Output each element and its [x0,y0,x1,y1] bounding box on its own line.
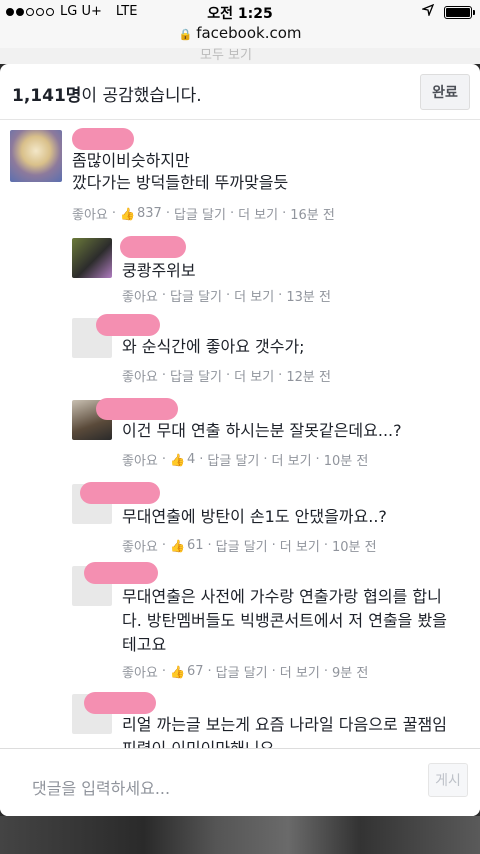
background-photo-strip [0,816,480,854]
author-name-redacted[interactable] [84,562,158,584]
comment-text-line: 쿵쾅주위보 [122,261,196,280]
comment-text-line: 무대연출은 사전에 가수랑 연출가랑 협의를 합니 [122,587,442,606]
like-count-value: 67 [186,664,204,679]
url-domain: facebook.com [196,24,302,42]
reply-link[interactable]: 답글 달기 [174,204,226,223]
comment-item: 이건 무대 연출 하시는분 잘못같은데요...? 좋아요 · 👍 4 · 답글 달기 ·… [0,392,480,472]
comment-meta: 좋아요 · 👍 61 · 답글 달기 · 더 보기 · 10분 전 [122,536,377,555]
reactions-modal: 1,141명이 공감했습니다. 완료 좀많이비슷하지만 깠다가는 방덕들한테 뚜… [0,64,480,816]
background-page-peek: 모두 보기 [0,48,480,64]
thumbs-up-icon: 👍 [170,538,185,553]
comment-text-line: 무대연출에 방탄이 손1도 안댔을까요..? [122,507,387,526]
author-name-redacted[interactable] [84,692,156,714]
author-name-redacted[interactable] [96,314,160,336]
comment-item: 쿵쾅주위보 좋아요 · 답글 달기 · 더 보기 · 13분 전 [0,230,480,308]
author-name-redacted[interactable] [72,128,134,150]
author-name-redacted[interactable] [120,236,186,258]
reactions-title: 1,141명이 공감했습니다. [12,81,202,106]
more-link[interactable]: 더 보기 [238,204,278,223]
comment-item: 무대연출에 방탄이 손1도 안댔을까요..? 좋아요 · 👍 61 · 답글 달기 · … [0,476,480,556]
location-arrow-icon [420,3,435,20]
author-name-redacted[interactable] [96,398,178,420]
reactions-suffix: 이 공감했습니다. [81,86,202,106]
avatar[interactable] [10,130,62,182]
comment-time: 16분 전 [290,208,335,223]
thumbs-up-icon: 👍 [170,452,185,467]
reply-link[interactable]: 답글 달기 [170,366,222,385]
like-link[interactable]: 좋아요 [122,366,158,385]
reactions-count: 1,141명 [12,86,82,106]
comment-time: 12분 전 [286,370,331,385]
like-count[interactable]: 👍 67 [170,664,204,679]
like-link[interactable]: 좋아요 [122,286,158,305]
status-time: 오전 1:25 [207,6,273,22]
like-link[interactable]: 좋아요 [122,450,158,469]
like-count[interactable]: 👍 61 [170,538,204,553]
comment-meta: 좋아요 · 답글 달기 · 더 보기 · 12분 전 [122,366,331,385]
lock-icon: 🔒 [178,28,193,41]
comment-time: 10분 전 [323,454,369,469]
like-count[interactable]: 👍 4 [170,452,195,467]
like-count-value: 61 [186,538,204,553]
comment-meta: 좋아요 · 👍 67 · 답글 달기 · 더 보기 · 9분 전 [122,662,369,681]
comment-meta: 좋아요 · 답글 달기 · 더 보기 · 13분 전 [122,286,331,305]
comment-text-line: 이건 무대 연출 하시는분 잘못같은데요...? [122,421,402,440]
comment-item: 무대연출은 사전에 가수랑 연출가랑 협의를 합니 다. 방탄멤버들도 빅뱅콘서… [0,558,480,686]
comment-time: 9분 전 [331,666,369,681]
comment-text-line: 깠다가는 방덕들한테 뚜까맞을듯 [72,173,289,192]
url-bar[interactable]: 🔒 facebook.com [0,24,480,48]
comment-item: 좀많이비슷하지만 깠다가는 방덕들한테 뚜까맞을듯 좋아요 · 👍 837 · 답글 … [0,120,480,230]
reply-link[interactable]: 답글 달기 [216,662,268,681]
author-name-redacted[interactable] [80,482,160,504]
comment-input[interactable]: 댓글을 입력하세요... [32,775,170,799]
done-button[interactable]: 완료 [420,74,470,110]
status-right [420,3,475,20]
like-count-value: 4 [186,452,196,467]
more-link[interactable]: 더 보기 [272,450,312,469]
comment-time: 13분 전 [286,290,331,305]
status-bar: LG U+ LTE 오전 1:25 [0,0,480,24]
comment-meta: 좋아요 · 👍 4 · 답글 달기 · 더 보기 · 10분 전 [122,450,369,469]
more-link[interactable]: 더 보기 [234,286,274,305]
avatar[interactable] [72,238,112,278]
comment-text-line: 피령이 이미이마해니요 [122,738,274,748]
reply-link[interactable]: 답글 달기 [216,536,268,555]
comment-text-line: 테고요 [122,635,167,654]
more-link[interactable]: 더 보기 [234,366,274,385]
like-link[interactable]: 좋아요 [72,204,108,223]
comment-item: 와 순식간에 좋아요 갯수가; 좋아요 · 답글 달기 · 더 보기 · 12분 전 [0,310,480,390]
battery-icon [444,5,475,19]
comment-item: 리얼 까는글 보는게 요즘 나라일 다음으로 꿀잼임 피령이 이미이마해니요 [0,686,480,748]
background-peek-text: 모두 보기 [200,48,252,63]
comment-text-line: 리얼 까는글 보는게 요즘 나라일 다음으로 꿀잼임 [122,715,447,734]
comment-input-bar: 댓글을 입력하세요... 게시 [0,748,480,816]
comment-meta: 좋아요 · 👍 837 · 답글 달기 · 더 보기 · 16분 전 [72,204,335,223]
more-link[interactable]: 더 보기 [280,662,320,681]
like-count[interactable]: 👍 837 [120,206,162,221]
post-button[interactable]: 게시 [428,763,468,797]
comment-time: 10분 전 [331,540,377,555]
reply-link[interactable]: 답글 달기 [170,286,222,305]
reply-link[interactable]: 답글 달기 [207,450,259,469]
thumbs-up-icon: 👍 [120,206,135,221]
comment-text-line: 와 순식간에 좋아요 갯수가; [122,337,305,356]
comment-text-line: 다. 방탄멤버들도 빅뱅콘서트에서 저 연출을 봤을 [122,611,447,630]
like-link[interactable]: 좋아요 [122,662,158,681]
comment-text-line: 좀많이비슷하지만 [72,151,190,170]
like-link[interactable]: 좋아요 [122,536,158,555]
thumbs-up-icon: 👍 [170,664,185,679]
modal-header: 1,141명이 공감했습니다. 완료 [0,64,480,120]
like-count-value: 837 [136,206,162,221]
more-link[interactable]: 더 보기 [280,536,320,555]
comment-list: 좀많이비슷하지만 깠다가는 방덕들한테 뚜까맞을듯 좋아요 · 👍 837 · 답글 … [0,120,480,748]
